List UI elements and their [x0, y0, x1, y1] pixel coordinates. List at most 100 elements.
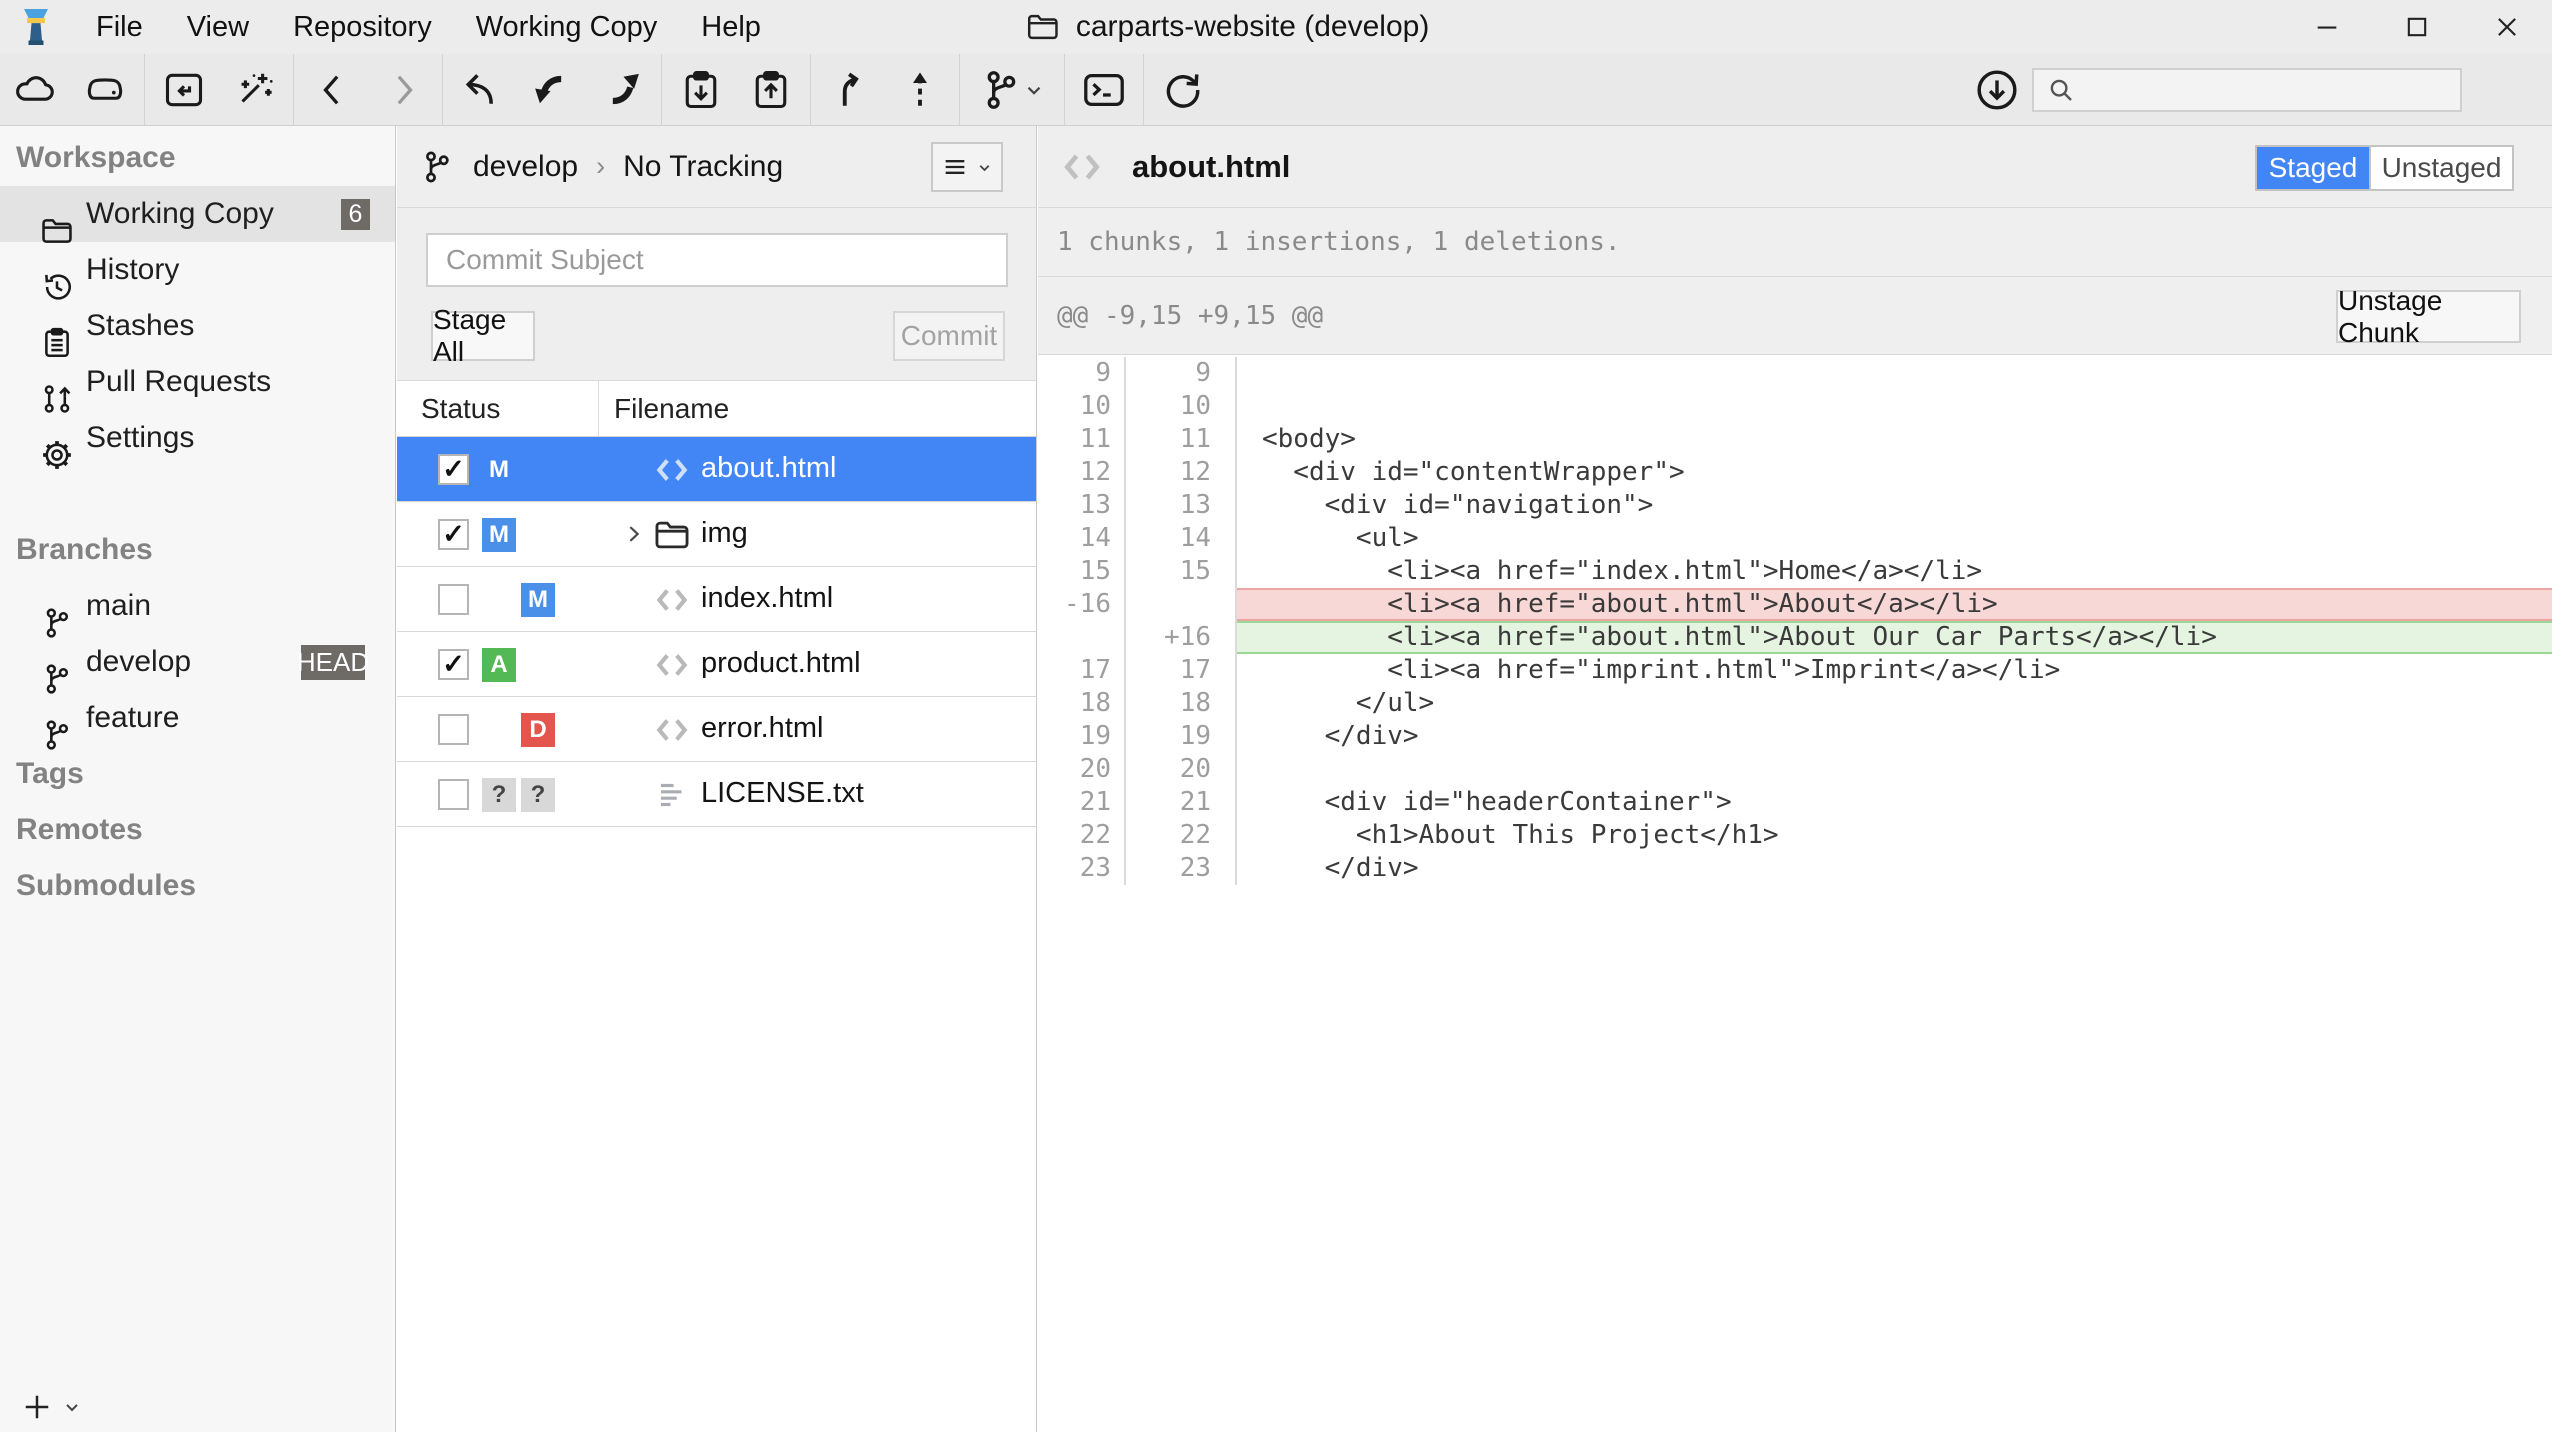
line-text: <div id="headerContainer"> — [1237, 786, 2552, 819]
file-row[interactable]: D error.html — [397, 697, 1036, 762]
add-repository-chevron-icon[interactable] — [62, 1397, 82, 1417]
updates-icon[interactable] — [1962, 54, 2032, 126]
file-row[interactable]: ✓ M img — [397, 502, 1036, 567]
working-copy-pane: develop › No Tracking Stage All Commit S… — [397, 126, 1037, 1432]
back-icon[interactable] — [298, 54, 368, 126]
branch-options-button[interactable] — [931, 142, 1003, 192]
hard-drive-icon[interactable] — [70, 54, 140, 126]
window-title: carparts-website (develop) — [1026, 0, 1429, 54]
line-text: <body> — [1237, 423, 2552, 456]
chevron-down-icon — [976, 159, 993, 176]
sidebar-item-stashes[interactable]: Stashes — [0, 298, 395, 354]
old-line-number: 19 — [1038, 720, 1126, 753]
menu-view[interactable]: View — [165, 0, 271, 54]
menu-working-copy[interactable]: Working Copy — [454, 0, 680, 54]
stash-icon[interactable] — [666, 54, 736, 126]
branch-item-main[interactable]: main — [0, 578, 395, 634]
change-count-badge: 6 — [341, 199, 370, 230]
line-text: </ul> — [1237, 687, 2552, 720]
file-row[interactable]: ✓ A product.html — [397, 632, 1036, 697]
branch-item-develop[interactable]: develop HEAD — [0, 634, 395, 690]
pull-icon[interactable] — [517, 54, 587, 126]
new-line-number: 22 — [1126, 819, 1237, 852]
sidebar-item-history[interactable]: History — [0, 242, 395, 298]
tab-unstaged[interactable]: Unstaged — [2369, 147, 2512, 189]
pop-stash-icon[interactable] — [736, 54, 806, 126]
minimize-button[interactable] — [2282, 0, 2372, 54]
fetch-icon[interactable] — [447, 54, 517, 126]
stage-checkbox[interactable]: ✓ — [438, 519, 469, 550]
column-filename[interactable]: Filename — [599, 381, 1036, 436]
commit-subject-input[interactable] — [426, 233, 1008, 287]
new-line-number — [1126, 588, 1237, 621]
new-line-number: 18 — [1126, 687, 1237, 720]
old-line-number: 23 — [1038, 852, 1126, 885]
stage-all-button[interactable]: Stage All — [431, 311, 535, 361]
close-button[interactable] — [2462, 0, 2552, 54]
branch-menu-icon[interactable] — [964, 54, 1060, 126]
quick-launch-icon[interactable] — [219, 54, 289, 126]
rebase-icon[interactable] — [885, 54, 955, 126]
file-row[interactable]: M index.html — [397, 567, 1036, 632]
old-line-number: 9 — [1038, 357, 1126, 390]
toolbar — [0, 54, 2552, 126]
stage-checkbox[interactable] — [438, 584, 469, 615]
current-branch: develop — [473, 150, 578, 184]
refresh-icon[interactable] — [1148, 54, 1218, 126]
branches-header: Branches — [0, 522, 395, 578]
stage-checkbox[interactable] — [438, 714, 469, 745]
line-text — [1237, 753, 2552, 786]
new-line-number: 12 — [1126, 456, 1237, 489]
stage-checkbox[interactable]: ✓ — [438, 649, 469, 680]
menu-file[interactable]: File — [74, 0, 165, 54]
new-line-number: 20 — [1126, 753, 1237, 786]
sidebar-item-settings[interactable]: Settings — [0, 410, 395, 466]
maximize-button[interactable] — [2372, 0, 2462, 54]
merge-icon[interactable] — [815, 54, 885, 126]
workspace-header: Workspace — [0, 130, 395, 186]
new-line-number: 11 — [1126, 423, 1237, 456]
branch-item-feature[interactable]: feature — [0, 690, 395, 746]
folder-icon — [1026, 12, 1060, 42]
sidebar-item-pull-requests[interactable]: Pull Requests — [0, 354, 395, 410]
stage-checkbox[interactable]: ✓ — [438, 454, 469, 485]
menu-bar: File View Repository Working Copy Help — [74, 0, 783, 54]
push-icon[interactable] — [587, 54, 657, 126]
open-repository-icon[interactable] — [149, 54, 219, 126]
diff-line: -16 <li><a href="about.html">About</a></… — [1038, 588, 2552, 621]
search-box[interactable] — [2032, 68, 2462, 112]
branch-status: develop › No Tracking — [419, 147, 783, 187]
sidebar-item-working-copy[interactable]: Working Copy 6 — [0, 186, 395, 242]
line-text: <li><a href="about.html">About</a></li> — [1237, 588, 2552, 621]
menu-repository[interactable]: Repository — [271, 0, 454, 54]
tab-staged[interactable]: Staged — [2257, 147, 2369, 189]
diff-file-title: about.html — [1058, 145, 1290, 189]
cloud-icon[interactable] — [0, 54, 70, 126]
commit-button[interactable]: Commit — [893, 311, 1005, 361]
unstage-chunk-button[interactable]: Unstage Chunk — [2336, 290, 2521, 343]
column-status[interactable]: Status — [397, 381, 599, 436]
branch-separator: › — [596, 151, 605, 182]
stage-checkbox[interactable] — [438, 779, 469, 810]
file-name: LICENSE.txt — [701, 777, 864, 810]
diff-line: 19 19 </div> — [1038, 720, 2552, 753]
unstaged-status-badge: M — [521, 583, 555, 617]
file-row[interactable]: ? ? LICENSE.txt — [397, 762, 1036, 827]
file-name: img — [701, 517, 748, 550]
search-input[interactable] — [2086, 71, 2460, 109]
terminal-icon[interactable] — [1069, 54, 1139, 126]
expand-chevron-icon[interactable] — [623, 523, 645, 545]
add-repository-button[interactable] — [22, 1392, 52, 1422]
tracking-status: No Tracking — [623, 150, 783, 184]
search-icon — [2046, 75, 2076, 105]
unstaged-status-badge: D — [521, 713, 555, 747]
branch-icon — [419, 147, 455, 187]
new-line-number: 15 — [1126, 555, 1237, 588]
menu-help[interactable]: Help — [679, 0, 783, 54]
old-line-number: 18 — [1038, 687, 1126, 720]
staged-status-badge: A — [482, 648, 516, 682]
head-badge: HEAD — [301, 645, 365, 680]
line-text — [1237, 357, 2552, 390]
file-row[interactable]: ✓ M about.html — [397, 437, 1036, 502]
diff-code: 9 9 10 10 11 11 <body> 12 12 <div id="co… — [1038, 355, 2552, 885]
